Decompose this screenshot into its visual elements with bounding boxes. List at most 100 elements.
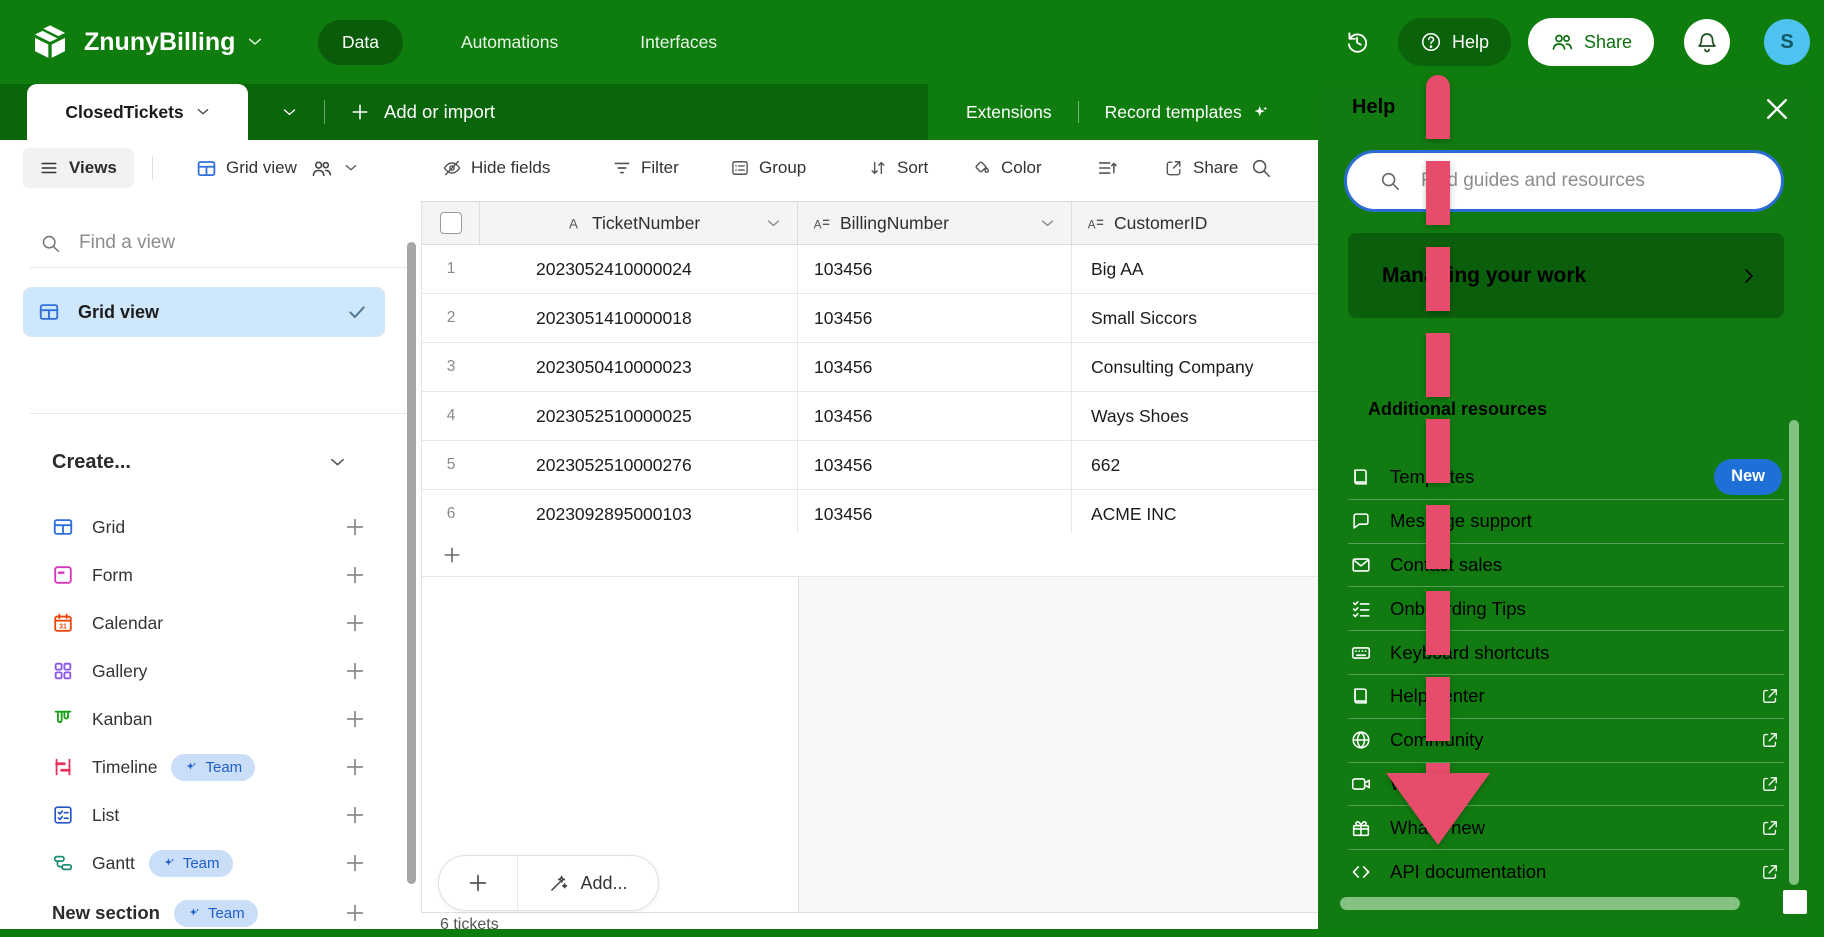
add-view-button[interactable] — [344, 612, 366, 634]
add-view-button[interactable] — [344, 756, 366, 778]
chevron-down-icon[interactable] — [329, 454, 346, 471]
add-view-button[interactable] — [344, 516, 366, 538]
cell-ticketnumber[interactable]: 2023050410000023 — [480, 343, 798, 391]
notifications-button[interactable] — [1684, 19, 1730, 65]
help-item-onboarding-tips[interactable]: Onboarding Tips — [1348, 586, 1784, 630]
cell-billingnumber[interactable]: 103456 — [798, 490, 1072, 538]
column-header-ticketnumber[interactable]: A TicketNumber — [480, 202, 798, 244]
sidebar-item-list[interactable]: List — [0, 791, 421, 839]
share-button[interactable]: Share — [1528, 18, 1654, 66]
cell-billingnumber[interactable]: 103456 — [798, 343, 1072, 391]
chevron-down-icon[interactable] — [1040, 216, 1055, 231]
row-number[interactable]: 2 — [421, 294, 480, 342]
select-all-checkbox[interactable] — [440, 212, 462, 234]
help-item-keyboard-shortcuts[interactable]: Keyboard shortcuts — [1348, 630, 1784, 674]
row-number[interactable]: 6 — [421, 490, 480, 538]
chevron-down-icon[interactable] — [766, 216, 781, 231]
cell-ticketnumber[interactable]: 2023051410000018 — [480, 294, 798, 342]
cell-billingnumber[interactable]: 103456 — [798, 245, 1072, 293]
add-section-button[interactable] — [344, 902, 366, 924]
add-view-button[interactable] — [344, 708, 366, 730]
hide-fields-button[interactable]: Hide fields — [442, 140, 550, 196]
row-number[interactable]: 3 — [421, 343, 480, 391]
sidebar-item-timeline[interactable]: TimelineTeam — [0, 743, 421, 791]
cell-ticketnumber[interactable]: 2023092895000103 — [480, 490, 798, 538]
help-item-community[interactable]: Community — [1348, 718, 1784, 762]
help-panel-vertical-scrollbar[interactable] — [1789, 420, 1799, 885]
tab-automations[interactable]: Automations — [437, 20, 582, 65]
view-share-button[interactable]: Share — [1164, 140, 1238, 196]
add-with-ai-button[interactable]: Add... — [518, 856, 658, 910]
column-header-billingnumber[interactable]: A BillingNumber — [798, 202, 1072, 244]
add-view-button[interactable] — [344, 564, 366, 586]
sidebar-item-kanban[interactable]: Kanban — [0, 695, 421, 743]
add-or-import-button[interactable]: Add or import — [350, 84, 495, 140]
search-records-button[interactable] — [1250, 140, 1272, 196]
cell-billingnumber[interactable]: 103456 — [798, 392, 1072, 440]
add-record-button[interactable] — [439, 856, 517, 910]
cell-ticketnumber[interactable]: 2023052510000276 — [480, 441, 798, 489]
help-panel-horizontal-scrollbar[interactable] — [1340, 897, 1740, 910]
table-list-dropdown[interactable] — [272, 98, 306, 126]
sort-button[interactable]: Sort — [868, 140, 928, 196]
help-item-help-center[interactable]: Help center — [1348, 674, 1784, 718]
add-view-button[interactable] — [344, 852, 366, 874]
add-record-row[interactable] — [421, 533, 1390, 577]
text-field-icon: A — [564, 214, 583, 233]
chevron-down-icon[interactable] — [196, 105, 210, 119]
sidebar-item-gantt[interactable]: GanttTeam — [0, 839, 421, 887]
record-templates-button[interactable]: Record templates — [1079, 102, 1280, 123]
table-tab-closedtickets[interactable]: ClosedTickets — [27, 84, 248, 140]
add-view-button[interactable] — [344, 660, 366, 682]
list-icon — [52, 804, 74, 826]
sidebar-item-new-section[interactable]: New section Team — [0, 889, 421, 937]
app-title[interactable]: ZnunyBilling — [84, 0, 263, 84]
help-item-contact-sales[interactable]: Contact sales — [1348, 543, 1784, 587]
filter-button[interactable]: Filter — [612, 140, 679, 196]
views-button[interactable]: Views — [23, 148, 134, 188]
row-height-button[interactable] — [1096, 140, 1118, 196]
table-row[interactable]: 42023052510000025103456Ways Shoes — [421, 392, 1390, 441]
extensions-button[interactable]: Extensions — [940, 102, 1078, 123]
help-search-box[interactable] — [1344, 150, 1784, 212]
help-button[interactable]: Help — [1398, 18, 1511, 66]
cell-ticketnumber[interactable]: 2023052510000025 — [480, 392, 798, 440]
table-row[interactable]: 32023050410000023103456Consulting Compan… — [421, 343, 1390, 392]
chevron-down-icon[interactable] — [247, 34, 263, 50]
table-row[interactable]: 62023092895000103103456ACME INC — [421, 490, 1390, 539]
help-item-label: API documentation — [1390, 861, 1546, 883]
find-view-search[interactable] — [40, 226, 380, 260]
help-search-input[interactable] — [1419, 169, 1753, 193]
cell-billingnumber[interactable]: 103456 — [798, 441, 1072, 489]
sidebar-item-grid-view-selected[interactable]: Grid view — [23, 287, 385, 337]
user-avatar[interactable]: S — [1764, 19, 1810, 65]
row-number[interactable]: 4 — [421, 392, 480, 440]
table-row[interactable]: 22023051410000018103456Small Siccors — [421, 294, 1390, 343]
table-row[interactable]: 12023052410000024103456Big AA — [421, 245, 1390, 294]
help-item-message-support[interactable]: Message support — [1348, 499, 1784, 543]
history-button[interactable] — [1344, 0, 1384, 84]
close-icon[interactable] — [1762, 94, 1792, 124]
sidebar-item-form[interactable]: Form — [0, 551, 421, 599]
tab-data[interactable]: Data — [318, 20, 403, 65]
add-view-button[interactable] — [344, 804, 366, 826]
sidebar-item-calendar[interactable]: 31Calendar — [0, 599, 421, 647]
row-number[interactable]: 1 — [421, 245, 480, 293]
group-button[interactable]: Group — [730, 140, 806, 196]
sidebar-item-grid[interactable]: Grid — [0, 503, 421, 551]
cell-billingnumber[interactable]: 103456 — [798, 294, 1072, 342]
create-section-header[interactable]: Create... — [52, 447, 372, 477]
help-item-api-documentation[interactable]: API documentation — [1348, 849, 1784, 893]
sidebar-scrollbar[interactable] — [407, 242, 416, 884]
color-button[interactable]: Color — [972, 140, 1042, 196]
row-number[interactable]: 5 — [421, 441, 480, 489]
selected-view-label: Grid view — [78, 302, 159, 323]
sidebar-item-gallery[interactable]: Gallery — [0, 647, 421, 695]
tab-interfaces[interactable]: Interfaces — [616, 20, 741, 65]
current-view-selector[interactable]: Grid view — [196, 140, 358, 196]
cell-ticketnumber[interactable]: 2023052410000024 — [480, 245, 798, 293]
help-item-templates[interactable]: TemplatesNew — [1348, 455, 1784, 499]
managing-your-work-card[interactable]: Managing your work — [1348, 233, 1784, 318]
find-view-input[interactable] — [77, 231, 341, 255]
table-row[interactable]: 52023052510000276103456662 — [421, 441, 1390, 490]
